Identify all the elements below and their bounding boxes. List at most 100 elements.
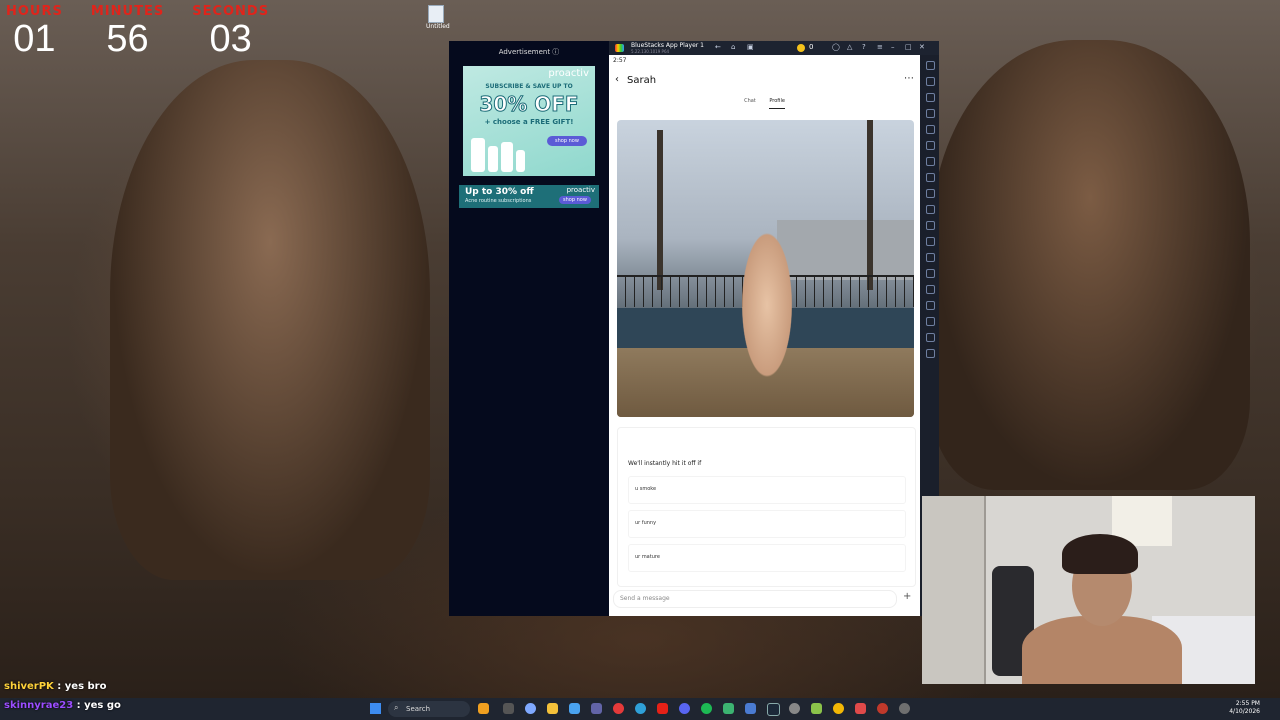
start-button-icon[interactable] bbox=[370, 703, 381, 714]
minimize-icon[interactable]: – bbox=[891, 43, 895, 51]
notification-icon[interactable]: △ bbox=[847, 43, 852, 51]
photo-person bbox=[732, 195, 802, 415]
sidebar-tool-icon[interactable] bbox=[926, 173, 935, 182]
task-view-icon[interactable] bbox=[503, 703, 514, 714]
file-icon bbox=[428, 5, 444, 23]
chrome-icon[interactable] bbox=[833, 703, 844, 714]
app-icon[interactable] bbox=[899, 703, 910, 714]
ad2-shop-button[interactable]: shop now bbox=[559, 196, 591, 204]
maximize-icon[interactable]: □ bbox=[905, 43, 912, 51]
close-icon[interactable]: ✕ bbox=[919, 43, 925, 51]
webcam-person-body bbox=[1022, 616, 1182, 684]
sidebar-tool-icon[interactable] bbox=[926, 333, 935, 342]
prompt-option[interactable]: u smoke bbox=[628, 476, 906, 504]
taskbar-clock[interactable]: 2:55 PM 4/10/2026 bbox=[1229, 700, 1260, 716]
sidebar-tool-icon[interactable] bbox=[926, 205, 935, 214]
hours-value: 01 bbox=[13, 18, 56, 60]
home-icon[interactable]: ⌂ bbox=[731, 43, 735, 51]
taskbar-search[interactable]: ⌕ Search bbox=[388, 701, 470, 717]
chat-text: : yes bro bbox=[53, 681, 107, 692]
prompt-option[interactable]: ur funny bbox=[628, 510, 906, 538]
seconds-label: SECONDS bbox=[192, 4, 270, 19]
back-arrow-icon[interactable]: ← bbox=[715, 43, 721, 51]
settings-icon[interactable] bbox=[789, 703, 800, 714]
youtube-icon[interactable] bbox=[657, 703, 668, 714]
bluestacks-version: 5.22.130.1019 P64 bbox=[631, 49, 670, 54]
stream-timer: HOURS 01 MINUTES 56 SECONDS 03 bbox=[6, 4, 269, 59]
ad2-brand: proactiv bbox=[566, 186, 595, 194]
app-icon[interactable] bbox=[811, 703, 822, 714]
status-bar-time: 2:57 bbox=[613, 57, 627, 64]
profile-tabs: Chat Profile bbox=[609, 98, 920, 109]
sidebar-tool-icon[interactable] bbox=[926, 269, 935, 278]
sidebar-tool-icon[interactable] bbox=[926, 61, 935, 70]
chat-header: ‹ Sarah ⋯ bbox=[609, 71, 920, 91]
ad-header: Advertisement ⓘ bbox=[498, 48, 560, 56]
spotify-icon[interactable] bbox=[701, 703, 712, 714]
discord-icon[interactable] bbox=[679, 703, 690, 714]
copilot-icon[interactable] bbox=[525, 703, 536, 714]
sidebar-tool-icon[interactable] bbox=[926, 317, 935, 326]
steam-icon[interactable] bbox=[767, 703, 780, 716]
search-label: Search bbox=[406, 705, 431, 713]
tab-chat[interactable]: Chat bbox=[744, 98, 756, 108]
sidebar-tool-icon[interactable] bbox=[926, 141, 935, 150]
bluestacks-taskbar-icon[interactable] bbox=[855, 703, 866, 714]
add-attachment-icon[interactable]: + bbox=[903, 591, 911, 602]
opera-icon[interactable] bbox=[613, 703, 624, 714]
file-explorer-icon[interactable] bbox=[547, 703, 558, 714]
widgets-icon[interactable] bbox=[478, 703, 489, 714]
ad-panel: Advertisement ⓘ proactiv SUBSCRIBE & SAV… bbox=[449, 41, 609, 616]
ad-headline: 30% OFF bbox=[479, 92, 579, 117]
recent-apps-icon[interactable]: ▣ bbox=[747, 43, 754, 51]
ad-products-image bbox=[471, 134, 543, 172]
store-icon[interactable] bbox=[569, 703, 580, 714]
sidebar-tool-icon[interactable] bbox=[926, 301, 935, 310]
sidebar-tool-icon[interactable] bbox=[926, 109, 935, 118]
app-icon[interactable] bbox=[723, 703, 734, 714]
app-icon[interactable] bbox=[745, 703, 756, 714]
sidebar-tool-icon[interactable] bbox=[926, 189, 935, 198]
webcam-door bbox=[922, 496, 986, 684]
bluestacks-logo-icon bbox=[615, 44, 624, 52]
edge-icon[interactable] bbox=[635, 703, 646, 714]
sidebar-tool-icon[interactable] bbox=[926, 157, 935, 166]
sidebar-tool-icon[interactable] bbox=[926, 237, 935, 246]
app-icon[interactable] bbox=[877, 703, 888, 714]
sidebar-tool-icon[interactable] bbox=[926, 349, 935, 358]
prompt-card: We'll instantly hit it off if u smoke ur… bbox=[617, 427, 916, 587]
message-input[interactable]: Send a message bbox=[613, 590, 897, 608]
bluestacks-window: BlueStacks App Player 1 5.22.130.1019 P6… bbox=[609, 41, 939, 616]
photo-tree bbox=[657, 130, 663, 290]
contact-name: Sarah bbox=[627, 75, 657, 86]
desktop-file-icon[interactable]: Untitled bbox=[426, 5, 450, 33]
sidebar-tool-icon[interactable] bbox=[926, 93, 935, 102]
prompt-option[interactable]: ur mature bbox=[628, 544, 906, 572]
android-screen: 2:57 ‹ Sarah ⋯ Chat Profile We'll instan… bbox=[609, 55, 920, 616]
chat-message: skinnyrae23 : yes go bbox=[4, 700, 121, 711]
account-icon[interactable]: ◯ bbox=[832, 43, 840, 51]
photo-tree bbox=[867, 120, 873, 290]
sidebar-tool-icon[interactable] bbox=[926, 125, 935, 134]
hours-label: HOURS bbox=[6, 4, 63, 19]
option-label: ur funny bbox=[635, 520, 657, 526]
sidebar-tool-icon[interactable] bbox=[926, 253, 935, 262]
more-options-icon[interactable]: ⋯ bbox=[904, 73, 914, 84]
webcam-overlay bbox=[922, 496, 1255, 684]
sidebar-tool-icon[interactable] bbox=[926, 221, 935, 230]
minutes-label: MINUTES bbox=[90, 4, 165, 19]
bluestacks-title: BlueStacks App Player 1 bbox=[631, 42, 704, 49]
help-icon[interactable]: ? bbox=[862, 43, 866, 51]
menu-icon[interactable]: ≡ bbox=[877, 43, 883, 51]
clock-date: 4/10/2026 bbox=[1229, 708, 1260, 715]
search-icon: ⌕ bbox=[394, 703, 399, 712]
sidebar-tool-icon[interactable] bbox=[926, 77, 935, 86]
teams-icon[interactable] bbox=[591, 703, 602, 714]
back-chevron-icon[interactable]: ‹ bbox=[615, 74, 619, 85]
ad2-subtitle: Acne routine subscriptions bbox=[465, 198, 532, 204]
ad-banner-small[interactable]: Up to 30% off Acne routine subscriptions… bbox=[459, 185, 599, 208]
ad-shop-button[interactable]: shop now bbox=[547, 136, 587, 146]
tab-profile[interactable]: Profile bbox=[769, 98, 785, 109]
sidebar-tool-icon[interactable] bbox=[926, 285, 935, 294]
ad-banner-large[interactable]: proactiv SUBSCRIBE & SAVE UP TO 30% OFF … bbox=[463, 66, 595, 176]
